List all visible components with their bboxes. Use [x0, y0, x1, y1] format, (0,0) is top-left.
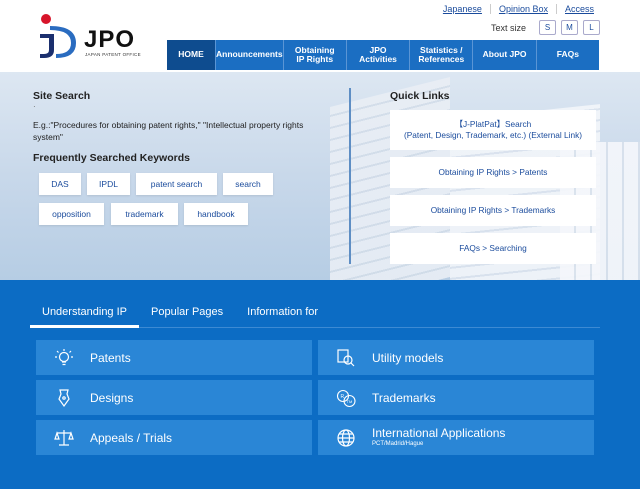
text-size-large-button[interactable]: L [583, 20, 600, 35]
link-access[interactable]: Access [555, 4, 594, 14]
tile-appeals-trials[interactable]: Appeals / Trials [36, 420, 312, 455]
quick-links-title: Quick Links [390, 90, 450, 102]
svg-text:R: R [341, 394, 345, 400]
nav-jpo-activities[interactable]: JPO Activities [345, 40, 410, 70]
search-placeholder-dot: · [33, 102, 36, 111]
tile-designs[interactable]: Designs [36, 380, 312, 415]
site-search-title: Site Search [33, 90, 91, 102]
pen-nib-icon [54, 388, 74, 408]
jpo-logo-mark-icon [40, 14, 76, 58]
logo-subtitle: JAPAN PATENT OFFICE [85, 52, 141, 57]
quick-link-patents[interactable]: Obtaining IP Rights > Patents [390, 157, 596, 188]
globe-icon [336, 428, 356, 448]
nav-announcements[interactable]: Announcements [215, 40, 283, 70]
nav-about-jpo[interactable]: About JPO [472, 40, 536, 70]
nav-faqs[interactable]: FAQs [535, 40, 599, 70]
link-japanese[interactable]: Japanese [435, 4, 490, 14]
keyword-search[interactable]: search [223, 173, 273, 195]
text-size-small-button[interactable]: S [539, 20, 556, 35]
section-divider [349, 88, 351, 264]
keyword-ipdl[interactable]: IPDL [87, 173, 130, 195]
tile-label: International Applications [372, 426, 506, 441]
nav-obtaining-ip-rights[interactable]: Obtaining IP Rights [282, 40, 346, 70]
tile-sublabel: PCT/Madrid/Hague [372, 441, 424, 448]
tile-international-applications[interactable]: International Applications PCT/Madrid/Ha… [318, 420, 594, 455]
keyword-handbook[interactable]: handbook [184, 203, 248, 225]
search-example-text: E.g.:"Procedures for obtaining patent ri… [33, 120, 304, 142]
utility-links: Japanese Opinion Box Access [435, 4, 594, 14]
nav-home[interactable]: HOME [167, 40, 215, 70]
quick-link-trademarks[interactable]: Obtaining IP Rights > Trademarks [390, 195, 596, 226]
main-nav: HOME Announcements Obtaining IP Rights J… [167, 40, 599, 70]
utility-model-icon [336, 348, 356, 368]
svg-text:TM: TM [347, 399, 353, 404]
ip-tabs: Understanding IP Popular Pages Informati… [30, 302, 600, 328]
keyword-patent-search[interactable]: patent search [136, 173, 217, 195]
hero-search-section: Site Search · E.g.:"Procedures for obtai… [0, 72, 640, 280]
tab-popular-pages[interactable]: Popular Pages [139, 302, 235, 328]
scales-icon [54, 428, 74, 448]
link-opinion-box[interactable]: Opinion Box [489, 4, 556, 14]
tile-label: Patents [90, 350, 131, 365]
keywords-title: Frequently Searched Keywords [33, 152, 190, 164]
lightbulb-icon [54, 348, 74, 368]
site-header: JPO JAPAN PATENT OFFICE Japanese Opinion… [0, 0, 640, 72]
tile-label: Utility models [372, 350, 444, 365]
keyword-trademark[interactable]: trademark [111, 203, 178, 225]
tile-trademarks[interactable]: R TM Trademarks [318, 380, 594, 415]
logo-text: JPO [84, 26, 136, 53]
quick-link-faqs-searching[interactable]: FAQs > Searching [390, 233, 596, 264]
text-size-control: Text size S M L [491, 20, 600, 35]
tile-label-group: International Applications PCT/Madrid/Ha… [372, 427, 505, 448]
jpo-logo[interactable]: JPO JAPAN PATENT OFFICE [36, 12, 156, 60]
trademark-icon: R TM [336, 388, 356, 408]
text-size-label: Text size [490, 22, 526, 33]
keyword-das[interactable]: DAS [39, 173, 81, 195]
understanding-ip-section: Understanding IP Popular Pages Informati… [0, 280, 640, 489]
tab-understanding-ip[interactable]: Understanding IP [30, 302, 139, 328]
quick-link-jplatpat[interactable]: 【J-PlatPat】Search (Patent, Design, Trade… [390, 110, 596, 150]
tile-patents[interactable]: Patents [36, 340, 312, 375]
tile-label: Appeals / Trials [90, 430, 173, 445]
text-size-medium-button[interactable]: M [561, 20, 578, 35]
nav-statistics-references[interactable]: Statistics / References [409, 40, 473, 70]
tile-utility-models[interactable]: Utility models [318, 340, 594, 375]
tile-label: Trademarks [372, 390, 436, 405]
tile-label: Designs [90, 390, 134, 405]
tab-information-for[interactable]: Information for [235, 302, 330, 328]
keyword-opposition[interactable]: opposition [39, 203, 104, 225]
